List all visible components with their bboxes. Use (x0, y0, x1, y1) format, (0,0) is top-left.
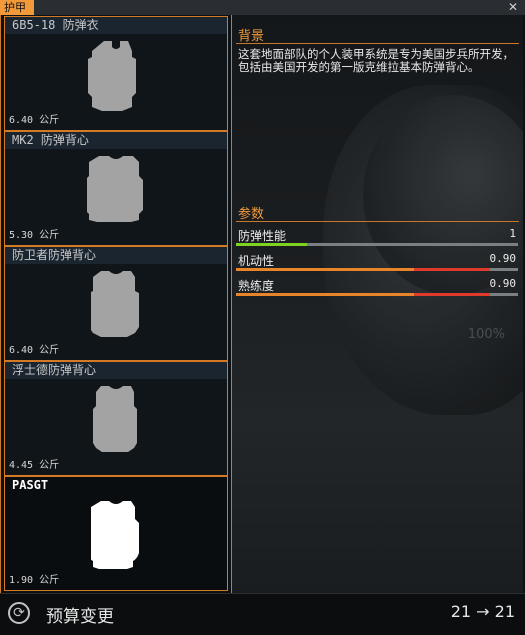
body-armor-vest-icon (87, 156, 143, 222)
armor-item-6b5[interactable]: 6B5-18 防弹衣 6.40 公斤 (4, 16, 228, 131)
param-bar-fill (236, 243, 307, 246)
budget-value: 21 → 21 (450, 602, 515, 621)
armor-item-name: 浮士德防弹背心 (5, 362, 227, 379)
detail-panel: 背景 这套地面部队的个人装甲系统是专为美国步兵所开发，包括由美国开发的第一版克维… (231, 15, 523, 593)
zoom-indicator: 100% (467, 327, 505, 342)
window-titlebar: 护甲 ✕ (0, 0, 525, 15)
armor-item-name: PASGT (5, 477, 227, 494)
background-title: 背景 (238, 29, 265, 44)
param-value: 0.90 (489, 277, 517, 290)
armor-item-weight: 6.40 公斤 (9, 115, 60, 126)
armor-item-name: 6B5-18 防弹衣 (5, 17, 227, 34)
armor-item-mk2[interactable]: MK2 防弹背心 5.30 公斤 (4, 131, 228, 246)
param-bar (236, 268, 518, 271)
param-value: 1 (509, 227, 516, 240)
param-bar-fill (236, 268, 414, 271)
armor-item-faust[interactable]: 浮士德防弹背心 4.45 公斤 (4, 361, 228, 476)
armor-description: 这套地面部队的个人装甲系统是专为美国步兵所开发，包括由美国开发的第一版克维拉基本… (238, 47, 514, 74)
param-bar (236, 243, 518, 246)
budget-change-icon: ⟳ (8, 602, 30, 624)
param-label: 机动性 (238, 254, 275, 268)
divider (236, 221, 519, 222)
close-icon[interactable]: ✕ (507, 0, 519, 15)
armor-item-name: MK2 防弹背心 (5, 132, 227, 149)
divider (236, 43, 519, 44)
param-bar (236, 293, 518, 296)
armor-item-weight: 1.90 公斤 (9, 575, 60, 586)
body-armor-vest-icon (91, 271, 139, 337)
params-title: 参数 (238, 207, 265, 222)
param-label: 防弹性能 (238, 229, 287, 243)
param-mobility: 机动性 0.90 (236, 252, 518, 274)
armor-item-weight: 6.40 公斤 (9, 345, 60, 356)
budget-label: 预算变更 (46, 607, 114, 627)
armor-item-defender[interactable]: 防卫者防弹背心 6.40 公斤 (4, 246, 228, 361)
soldier-portrait (323, 85, 523, 415)
body-armor-vest-icon (93, 386, 137, 452)
armor-item-weight: 4.45 公斤 (9, 460, 60, 471)
armor-item-weight: 5.30 公斤 (9, 230, 60, 241)
param-proficiency: 熟练度 0.90 (236, 277, 518, 299)
param-label: 熟练度 (238, 279, 275, 293)
param-value: 0.90 (489, 252, 517, 265)
param-bar-fill (236, 293, 414, 296)
body-armor-vest-icon (88, 41, 136, 111)
armor-item-pasgt[interactable]: PASGT 1.90 公斤 (4, 476, 228, 591)
footer-bar: ⟳ 预算变更 21 → 21 (0, 593, 525, 635)
armor-item-name: 防卫者防弹背心 (5, 247, 227, 264)
param-bar-penalty (413, 293, 490, 296)
param-bar-penalty (413, 268, 490, 271)
window-title: 护甲 (0, 0, 34, 15)
param-ballistic: 防弹性能 1 (236, 227, 518, 249)
armor-list: 6B5-18 防弹衣 6.40 公斤 MK2 防弹背心 5.30 公斤 防卫者防… (4, 15, 228, 593)
body-armor-vest-icon (91, 501, 139, 569)
